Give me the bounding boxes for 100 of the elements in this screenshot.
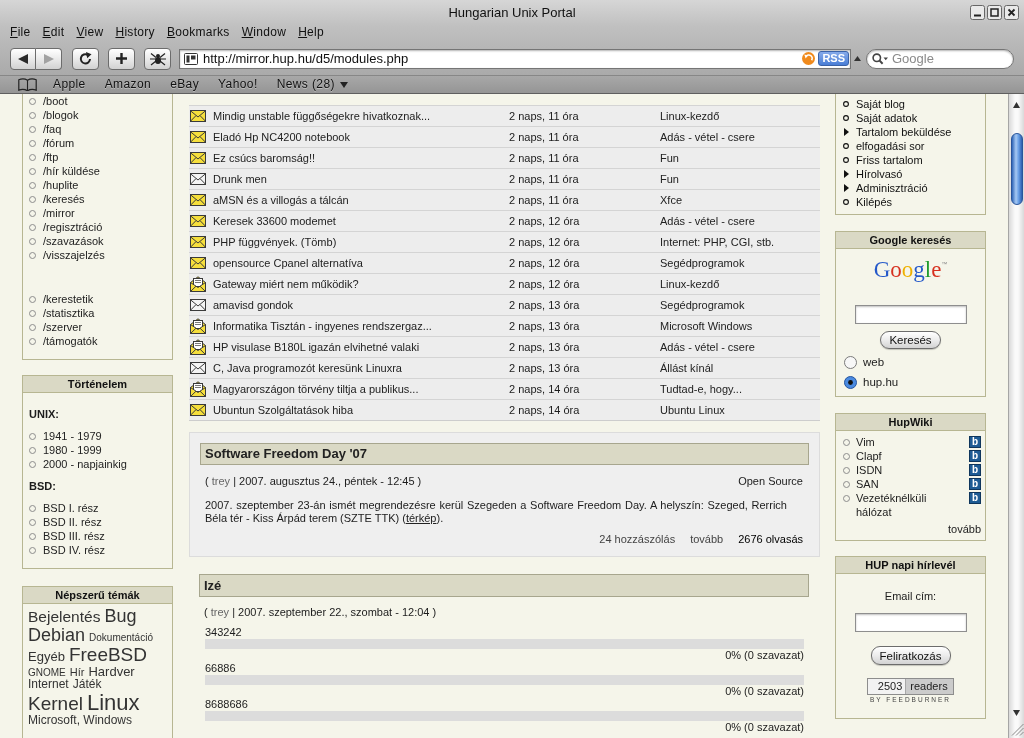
menu-link[interactable]: Saját adatok [856, 111, 918, 125]
sidebar-link[interactable]: /szerver [43, 320, 83, 334]
tag-link[interactable]: Hardver [88, 664, 135, 679]
sidebar-link[interactable]: /visszajelzés [43, 248, 105, 262]
tag-link[interactable]: Kernel [28, 693, 83, 714]
menu-item[interactable]: File [10, 24, 31, 40]
close-icon[interactable] [1004, 5, 1019, 20]
plus-icon[interactable] [116, 53, 127, 64]
expand-triangle-icon[interactable] [843, 128, 849, 136]
tag-link[interactable]: Hír [69, 666, 85, 679]
sidebar-link[interactable]: BSD III. rész [43, 529, 105, 543]
tag-link[interactable]: FreeBSD [68, 644, 147, 665]
tag-link[interactable]: Linux [86, 690, 140, 715]
forum-category[interactable]: Tudtad-e, hogy... [660, 383, 742, 395]
topic-title[interactable]: C, Java programozót keresünk Linuxra [213, 362, 402, 374]
tag-link[interactable]: Bejelentés [28, 609, 101, 626]
forum-category[interactable]: Adás - vétel - csere [660, 215, 755, 227]
tag-link[interactable]: Egyéb [28, 649, 65, 664]
resize-grip-icon[interactable] [1011, 723, 1024, 736]
sidebar-link[interactable]: /keresés [43, 192, 85, 206]
author-link[interactable]: trey [211, 475, 231, 487]
spider-icon[interactable] [149, 51, 166, 66]
forum-category[interactable]: Ubuntu Linux [660, 404, 725, 416]
wiki-link[interactable]: Vim [856, 435, 956, 449]
wiki-badge[interactable]: b [969, 492, 981, 504]
sidebar-link[interactable]: /fórum [43, 136, 75, 150]
search-button[interactable]: Keresés [880, 331, 941, 349]
tag-link[interactable]: Debian [28, 625, 86, 645]
search-field[interactable]: Google [866, 48, 1014, 69]
sidebar-link[interactable]: /kerestetik [43, 292, 94, 306]
menu-link[interactable]: elfogadási sor [856, 139, 925, 153]
topic-title[interactable]: HP visulase B180L igazán elvihetné valaki [213, 341, 420, 353]
sidebar-link[interactable]: /statisztika [43, 306, 95, 320]
menu-link[interactable]: Adminisztráció [856, 181, 928, 195]
topic-title[interactable]: Ez csúcs baromság!! [213, 152, 316, 164]
sidebar-link[interactable]: /faq [43, 122, 62, 136]
radio-label[interactable]: hup.hu [863, 375, 899, 389]
wiki-link[interactable]: ISDN [856, 463, 956, 477]
subscribe-button[interactable]: Feliratkozás [870, 646, 951, 665]
sidebar-link[interactable]: /boot [43, 94, 68, 108]
menu-link[interactable]: Friss tartalom [856, 153, 923, 167]
wiki-badge[interactable]: b [969, 450, 981, 462]
forum-category[interactable]: Segédprogramok [660, 257, 745, 269]
menu-link[interactable]: Kilépés [856, 195, 893, 209]
add-bookmark-button[interactable] [108, 47, 135, 70]
menu-item[interactable]: Bookmarks [166, 24, 230, 40]
sidebar-link[interactable]: BSD I. rész [43, 501, 99, 515]
menu-item[interactable]: History [115, 24, 155, 40]
forum-category[interactable]: Linux-kezdő [660, 110, 720, 122]
radio-button[interactable] [844, 375, 857, 389]
email-field[interactable] [854, 613, 967, 632]
tag-link[interactable]: Internet [28, 678, 69, 691]
back-button[interactable] [10, 47, 36, 70]
menu-link[interactable]: Tartalom beküldése [856, 125, 952, 139]
sidebar-link[interactable]: BSD IV. rész [43, 543, 105, 557]
bookmark-link[interactable]: Yahoo! [218, 77, 258, 92]
bookmark-link[interactable]: Apple [53, 77, 86, 92]
reload-button[interactable] [72, 47, 99, 70]
bookmark-folder[interactable]: News (28) [276, 77, 348, 92]
tag-link[interactable]: Játék [72, 678, 102, 691]
caret-up-icon[interactable] [854, 56, 861, 61]
topic-title[interactable]: amavisd gondok [213, 299, 294, 311]
sidebar-link[interactable]: /huplite [43, 178, 79, 192]
forum-category[interactable]: Fun [660, 152, 679, 164]
topic-title[interactable]: PHP függvények. (Tömb) [213, 236, 337, 248]
topic-title[interactable]: aMSN és a villogás a tálcán [213, 194, 349, 206]
topic-title[interactable]: Mindig unstable függőségekre hivatkoznak... [213, 110, 431, 122]
bookmark-link[interactable]: eBay [170, 77, 200, 92]
topic-title[interactable]: Eladó Hp NC4200 notebook [213, 131, 350, 143]
tag-link[interactable]: GNOME [28, 667, 66, 679]
sidebar-link[interactable]: /hír küldése [43, 164, 100, 178]
wiki-link[interactable]: SAN [856, 477, 956, 491]
feed-counter[interactable]: 2503 readers [867, 678, 954, 695]
sidebar-link[interactable]: /mirror [43, 206, 75, 220]
topic-title[interactable]: Keresek 33600 modemet [213, 215, 336, 227]
sidebar-link[interactable]: 1980 - 1999 [43, 443, 102, 457]
forum-category[interactable]: Állást kínál [660, 362, 714, 374]
spider-button[interactable] [144, 47, 171, 70]
forum-category[interactable]: Linux-kezdő [660, 278, 720, 290]
wiki-badge[interactable]: b [969, 464, 981, 476]
search-input-field[interactable] [854, 305, 967, 324]
sidebar-link[interactable]: /szavazások [43, 234, 104, 248]
wiki-badge[interactable]: b [969, 478, 981, 490]
scroll-up-icon[interactable] [1013, 102, 1020, 108]
caret-down-icon[interactable] [339, 81, 348, 88]
author-link[interactable]: trey [210, 606, 230, 618]
forum-category[interactable]: Microsoft Windows [660, 320, 753, 332]
forum-category[interactable]: Adás - vétel - csere [660, 131, 755, 143]
menu-link[interactable]: Hírolvasó [856, 167, 903, 181]
sidebar-link[interactable]: /ftp [43, 150, 59, 164]
sidebar-link[interactable]: 1941 - 1979 [43, 429, 102, 443]
minimize-icon[interactable] [970, 5, 985, 20]
forum-category[interactable]: Segédprogramok [660, 299, 745, 311]
wiki-link[interactable]: Clapf [856, 449, 956, 463]
topic-title[interactable]: opensource Cpanel alternatíva [213, 257, 363, 269]
scroll-down-icon[interactable] [1013, 710, 1020, 716]
menu-item[interactable]: Help [298, 24, 324, 40]
wiki-badge[interactable]: b [969, 436, 981, 448]
topic-title[interactable]: Informatika Tisztán - ingyenes rendszergaz... [213, 320, 432, 332]
more-link[interactable]: tovább [947, 522, 981, 536]
